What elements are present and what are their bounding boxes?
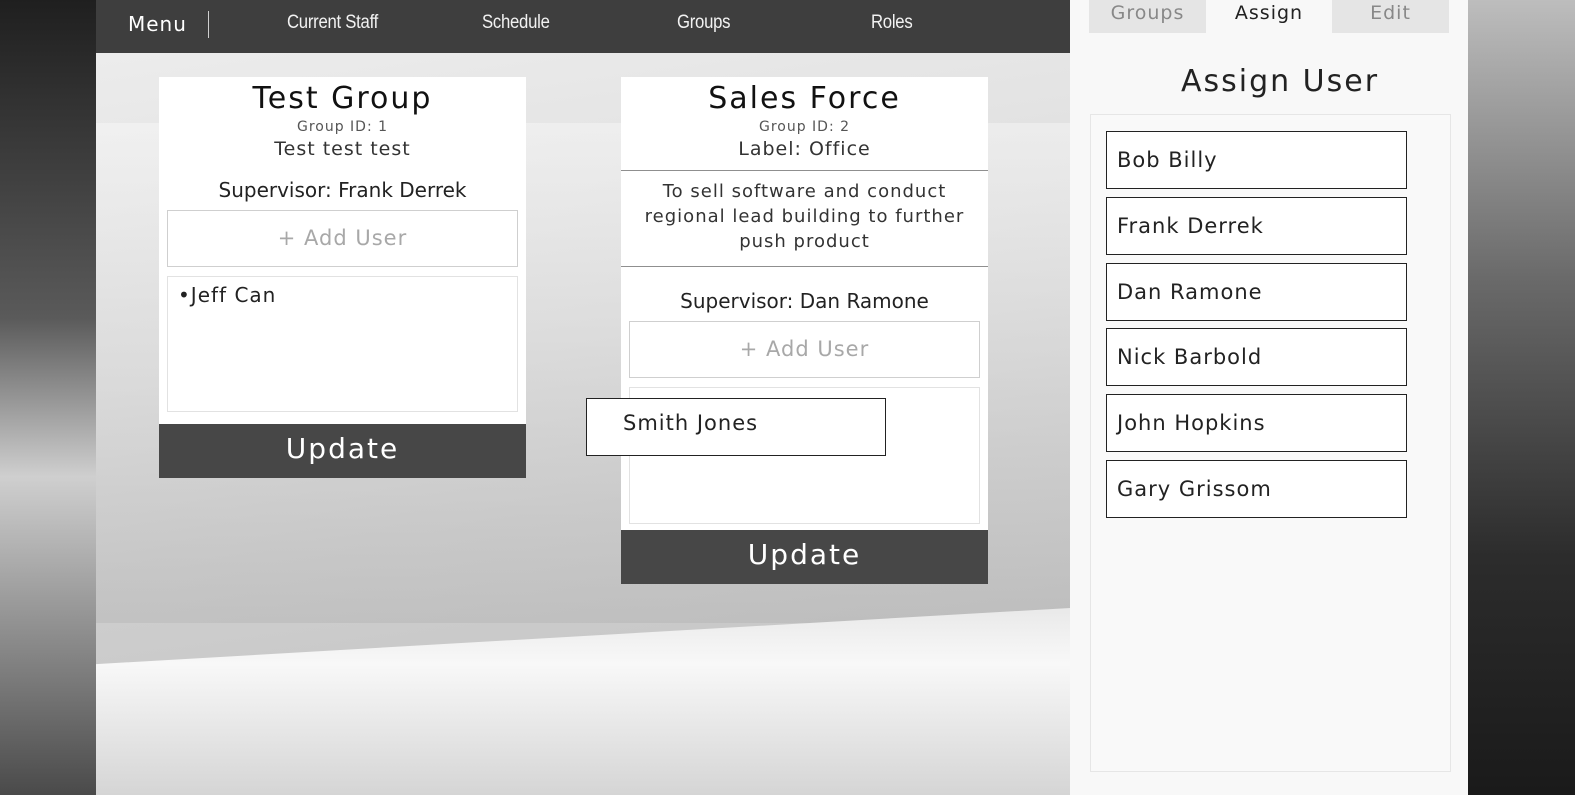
user-item-frank-derrek[interactable]: Frank Derrek <box>1106 197 1407 255</box>
update-button[interactable]: Update <box>159 424 526 478</box>
group-id: Group ID: 2 <box>758 119 851 135</box>
add-user-button[interactable]: + Add User <box>629 321 980 378</box>
nav-schedule[interactable]: Schedule <box>482 12 550 34</box>
add-user-button[interactable]: + Add User <box>167 210 518 267</box>
update-button[interactable]: Update <box>621 530 988 584</box>
user-item-john-hopkins[interactable]: John Hopkins <box>1106 394 1407 452</box>
background-right <box>1468 0 1575 795</box>
group-title: Test Group <box>252 81 433 116</box>
tab-edit[interactable]: Edit <box>1332 0 1449 33</box>
group-description: To sell software and conduct regional le… <box>621 170 988 267</box>
nav-divider <box>208 11 209 38</box>
panel-title: Assign User <box>1180 64 1380 99</box>
nav-groups[interactable]: Groups <box>677 12 731 34</box>
tab-groups[interactable]: Groups <box>1089 0 1206 33</box>
assign-panel: Groups Assign Edit Assign User Bob Billy… <box>1070 0 1468 795</box>
group-title: Sales Force <box>708 81 901 116</box>
nav-roles[interactable]: Roles <box>871 12 913 34</box>
group-member-list: •Jeff Can <box>167 276 518 412</box>
group-card-sales-force: Sales Force Group ID: 2 Label: Office To… <box>621 77 988 584</box>
group-label: Test test test <box>274 138 411 160</box>
list-item[interactable]: •Jeff Can <box>178 283 507 307</box>
tab-assign[interactable]: Assign <box>1206 0 1332 33</box>
background-left <box>0 0 96 795</box>
menu-button[interactable]: Menu <box>128 12 187 36</box>
background-floor <box>96 608 1070 795</box>
user-item-bob-billy[interactable]: Bob Billy <box>1106 131 1407 189</box>
group-supervisor: Supervisor: Dan Ramone <box>680 289 929 313</box>
dragging-user-item[interactable]: Smith Jones <box>586 398 886 456</box>
group-label: Label: Office <box>738 138 871 160</box>
user-item-dan-ramone[interactable]: Dan Ramone <box>1106 263 1407 321</box>
nav-current-staff[interactable]: Current Staff <box>287 12 378 34</box>
group-card-test-group: Test Group Group ID: 1 Test test test Su… <box>159 77 526 478</box>
top-navbar: Menu Current Staff Schedule Groups Roles <box>96 0 1070 53</box>
group-id: Group ID: 1 <box>296 119 389 135</box>
user-item-gary-grissom[interactable]: Gary Grissom <box>1106 460 1407 518</box>
group-supervisor: Supervisor: Frank Derrek <box>218 178 467 202</box>
user-item-nick-barbold[interactable]: Nick Barbold <box>1106 328 1407 386</box>
